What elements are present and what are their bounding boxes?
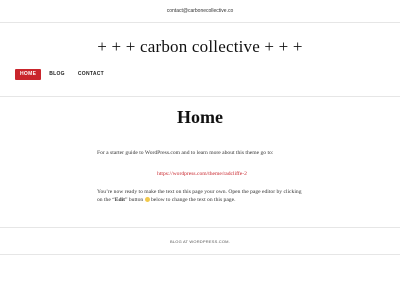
instructions-text-end: below to change the text on this page. <box>150 197 236 203</box>
site-header: + + + carbon collective + + + <box>0 29 400 65</box>
contact-email-link[interactable]: contact@carbonecollective.co <box>167 8 234 14</box>
theme-link[interactable]: https://wordpress.com/theme/radcliffe-2 <box>157 171 247 177</box>
footer-credit-link[interactable]: BLOG AT WORDPRESS.COM. <box>170 239 230 244</box>
top-bar: contact@carbonecollective.co <box>0 0 400 23</box>
page-title: Home <box>177 107 223 127</box>
theme-link-paragraph: https://wordpress.com/theme/radcliffe-2 <box>97 170 307 178</box>
nav-item-home[interactable]: HOME <box>15 69 42 80</box>
pencil-icon <box>144 196 150 202</box>
main-navigation: HOME BLOG CONTACT <box>0 69 400 97</box>
instructions-text-mid: ” button <box>124 197 144 203</box>
edit-word: Edit <box>114 197 125 203</box>
page-content: Home For a starter guide to WordPress.co… <box>0 97 400 228</box>
intro-paragraph: For a starter guide to WordPress.com and… <box>97 150 274 156</box>
nav-item-blog[interactable]: BLOG <box>44 69 70 80</box>
site-title[interactable]: + + + carbon collective + + + <box>97 37 302 57</box>
nav-item-contact[interactable]: CONTACT <box>73 69 109 80</box>
site-footer: BLOG AT WORDPRESS.COM. <box>0 228 400 254</box>
instructions-paragraph: You’re now ready to make the text on thi… <box>97 188 307 204</box>
footer-divider <box>0 254 400 255</box>
